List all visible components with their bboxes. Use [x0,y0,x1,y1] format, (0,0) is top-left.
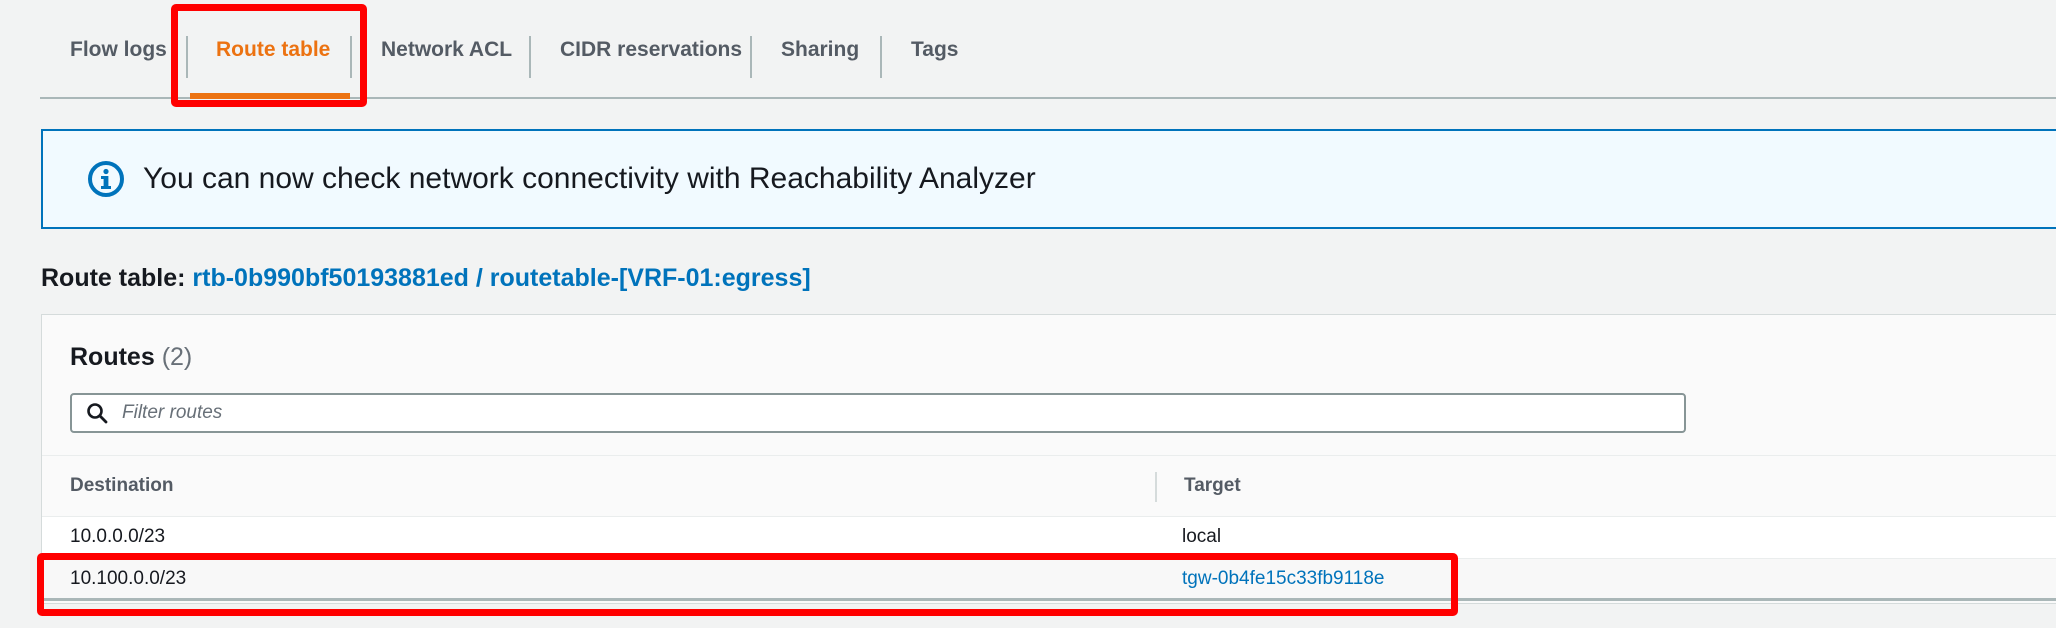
column-header-target[interactable]: Target [1184,456,1241,516]
tab-cidr-reservations[interactable]: CIDR reservations [560,0,742,99]
banner-message: You can now check network connectivity w… [143,162,1036,195]
routes-title: Routes (2) [70,343,192,372]
tab-divider [529,36,531,78]
tab-divider [186,36,188,78]
route-target: local [1182,526,1222,547]
active-tab-indicator [190,93,350,99]
route-destination: 10.100.0.0/23 [70,568,187,589]
column-divider[interactable] [1155,472,1157,502]
table-row: 10.0.0.0/23 local [42,517,2056,559]
tab-network-acl[interactable]: Network ACL [381,0,512,99]
tab-divider [350,36,352,78]
tab-route-table[interactable]: Route table [216,0,330,99]
tab-bar: Flow logs Route table Network ACL CIDR r… [40,0,2056,99]
search-icon [86,402,108,424]
table-row: 10.100.0.0/23 tgw-0b4fe15c33fb9118e [42,559,2056,601]
routes-count: (2) [161,343,193,371]
tab-flow-logs[interactable]: Flow logs [70,0,167,99]
tab-divider [750,36,752,78]
info-banner: You can now check network connectivity w… [41,129,2056,229]
route-table-heading: Route table: rtb-0b990bf50193881ed / rou… [41,264,811,293]
tab-divider [880,36,882,78]
routes-panel: Routes (2) Destination Target 10.0.0.0/2… [41,314,2056,604]
route-target-link[interactable]: tgw-0b4fe15c33fb9118e [1182,559,1384,599]
routes-table-header: Destination Target [42,455,2056,517]
page: Flow logs Route table Network ACL CIDR r… [0,0,2056,628]
filter-routes-input[interactable] [120,401,1624,425]
route-destination: 10.0.0.0/23 [70,526,166,547]
filter-routes-field[interactable] [70,393,1686,433]
routes-title-text: Routes [70,343,155,371]
tab-sharing[interactable]: Sharing [781,0,859,99]
route-table-label: Route table: [41,264,186,292]
tab-tags[interactable]: Tags [911,0,958,99]
column-header-destination[interactable]: Destination [70,456,173,516]
info-icon [87,160,125,198]
route-table-id-link[interactable]: rtb-0b990bf50193881ed / routetable-[VRF-… [192,264,810,292]
